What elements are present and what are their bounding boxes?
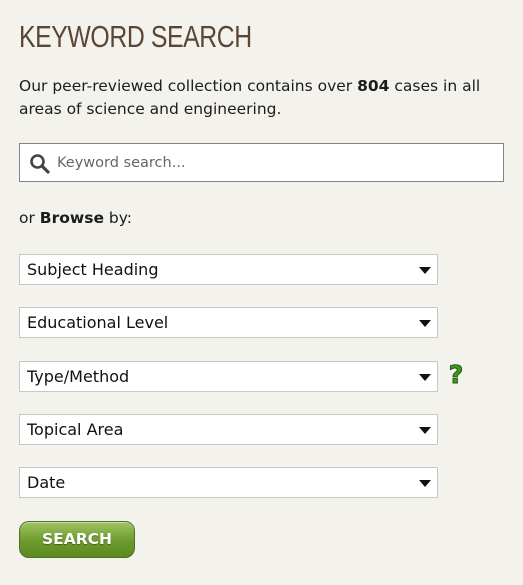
dropdown-arrow-icon bbox=[419, 267, 431, 274]
case-count: 804 bbox=[357, 77, 390, 95]
select-label: Topical Area bbox=[27, 420, 124, 439]
question-mark-icon[interactable]: ? bbox=[446, 361, 466, 387]
page-title: KEYWORD SEARCH bbox=[19, 19, 252, 54]
keyword-search-input[interactable] bbox=[57, 148, 497, 178]
dropdown-arrow-icon bbox=[419, 374, 431, 381]
svg-text:?: ? bbox=[449, 361, 464, 387]
browse-bold: Browse bbox=[39, 209, 104, 227]
dropdown-arrow-icon bbox=[419, 480, 431, 487]
select-label: Type/Method bbox=[27, 367, 130, 386]
subject-heading-select[interactable]: Subject Heading bbox=[19, 254, 438, 285]
browse-suffix: by: bbox=[103, 209, 133, 227]
topical-area-select[interactable]: Topical Area bbox=[19, 414, 438, 445]
educational-level-select[interactable]: Educational Level bbox=[19, 307, 438, 338]
browse-by-label: or Browse by: bbox=[19, 207, 132, 229]
search-icon bbox=[30, 154, 50, 174]
date-select[interactable]: Date bbox=[19, 467, 438, 498]
select-label: Educational Level bbox=[27, 313, 169, 332]
browse-prefix: or bbox=[19, 209, 40, 227]
keyword-search-box[interactable] bbox=[19, 143, 504, 182]
search-button[interactable]: SEARCH bbox=[19, 521, 135, 558]
dropdown-arrow-icon bbox=[419, 320, 431, 327]
keyword-search-panel: KEYWORD SEARCH Our peer-reviewed collect… bbox=[0, 0, 523, 585]
intro-text: Our peer-reviewed collection contains ov… bbox=[19, 75, 519, 121]
dropdown-arrow-icon bbox=[419, 427, 431, 434]
intro-text-before: Our peer-reviewed collection contains ov… bbox=[19, 77, 358, 95]
type-method-select[interactable]: Type/Method bbox=[19, 361, 438, 392]
select-label: Date bbox=[27, 473, 66, 492]
select-label: Subject Heading bbox=[27, 260, 159, 279]
